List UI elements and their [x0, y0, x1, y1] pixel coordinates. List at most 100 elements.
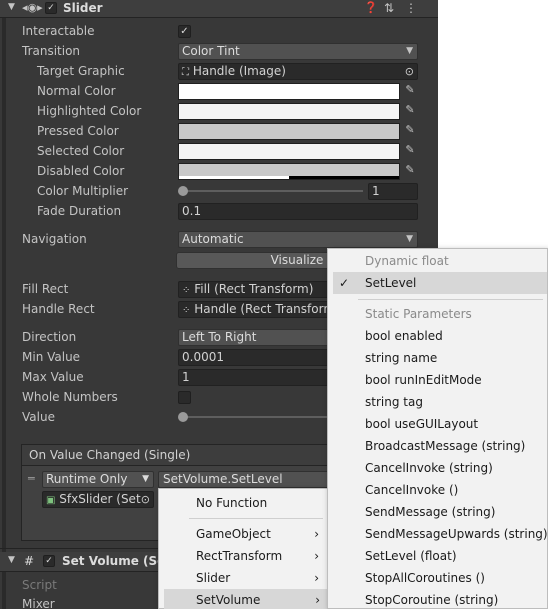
navigation-value: Automatic [182, 232, 244, 246]
submenu-header-dynamic: Dynamic float [365, 254, 449, 268]
image-icon: ⛶ [182, 67, 189, 78]
menu-item-setlevel-dynamic[interactable]: ✓ SetLevel [333, 272, 547, 294]
function-context-menu: No Function GameObject › RectTransform › S… [158, 488, 328, 609]
eyedropper-icon[interactable]: ✎ [402, 163, 418, 180]
submenu-arrow-icon: › [315, 593, 320, 607]
component-enabled-checkbox[interactable]: ✓ [43, 555, 55, 567]
foldout-arrow-icon[interactable]: ▼ [8, 555, 15, 565]
menu-item-static[interactable]: CancelInvoke () [328, 479, 547, 501]
fade-duration-field[interactable]: 0.1 [178, 203, 418, 220]
menu-item-static[interactable]: SendMessageUpwards (string) [328, 523, 548, 545]
highlighted-color-swatch[interactable] [178, 103, 400, 120]
transition-value: Color Tint [182, 44, 240, 58]
target-graphic-value: Handle (Image) [192, 64, 286, 78]
menu-item-static[interactable]: bool runInEditMode [328, 369, 547, 391]
menu-item-label: Slider [196, 571, 231, 585]
eyedropper-icon[interactable]: ✎ [402, 123, 418, 140]
help-icon[interactable]: ❓ [364, 1, 378, 14]
csharp-script-icon: # [24, 554, 35, 568]
target-graphic-field[interactable]: ⛶ Handle (Image) ⊙ [178, 63, 418, 80]
color-multiplier-label: Color Multiplier [37, 184, 129, 198]
menu-item-static[interactable]: SetLevel (float) [328, 545, 547, 567]
menu-item-static[interactable]: bool useGUILayout [328, 413, 547, 435]
rect-transform-icon: ⁘ [182, 285, 191, 296]
slider-component-header[interactable]: ▼ ◂◉▸ ✓ Slider ❓ ⇅ ⋮ [0, 0, 438, 18]
more-options-icon[interactable]: ⋮ [405, 1, 417, 15]
dropdown-arrow-icon: ▼ [142, 474, 149, 484]
menu-item-slider[interactable]: Slider › [159, 567, 327, 589]
menu-item-label: RectTransform [196, 549, 283, 563]
normal-color-swatch[interactable] [178, 83, 400, 100]
selected-color-label: Selected Color [37, 144, 125, 158]
menu-item-no-function[interactable]: No Function [159, 492, 327, 514]
value-slider-knob[interactable] [178, 412, 188, 422]
dropdown-arrow-icon: ▼ [406, 46, 413, 56]
menu-item-setvolume[interactable]: SetVolume › [164, 589, 328, 609]
menu-item-static[interactable]: SendMessage (string) [328, 501, 547, 523]
menu-item-label: GameObject [196, 527, 271, 541]
rect-transform-icon: ⁘ [182, 305, 191, 316]
menu-item-label: SetLevel [365, 276, 417, 290]
direction-label: Direction [22, 330, 77, 344]
drag-handle-icon[interactable]: ═ [28, 472, 35, 485]
submenu-header-static: Static Parameters [365, 307, 472, 321]
pressed-color-label: Pressed Color [37, 124, 119, 138]
interactable-checkbox[interactable]: ✓ [178, 25, 191, 38]
value-slider-track[interactable] [183, 416, 333, 418]
menu-item-static[interactable]: CancelInvoke (string) [328, 457, 547, 479]
foldout-arrow-icon[interactable]: ▼ [8, 2, 15, 12]
direction-value: Left To Right [182, 330, 257, 344]
dropdown-arrow-icon: ▼ [406, 234, 413, 244]
menu-item-static[interactable]: string tag [328, 391, 547, 413]
fill-rect-value: Fill (Rect Transform) [194, 282, 314, 296]
runtime-dropdown[interactable]: Runtime Only ▼ [42, 471, 154, 488]
menu-separator [358, 299, 543, 300]
inspector-left-bar [2, 0, 6, 609]
color-multiplier-field[interactable]: 1 [368, 183, 418, 200]
menu-item-label: SetVolume [196, 593, 261, 607]
highlighted-color-label: Highlighted Color [37, 104, 142, 118]
disabled-color-swatch[interactable] [178, 163, 400, 180]
eyedropper-icon[interactable]: ✎ [402, 83, 418, 100]
menu-item-static[interactable]: StopAllCoroutines () [328, 567, 547, 589]
object-picker-icon[interactable]: ⊙ [405, 64, 414, 79]
disabled-color-label: Disabled Color [37, 164, 125, 178]
component-title: Slider [63, 1, 103, 15]
interactable-label: Interactable [22, 24, 95, 38]
navigation-dropdown[interactable]: Automatic ▼ [178, 231, 418, 248]
whole-numbers-label: Whole Numbers [22, 390, 118, 404]
eyedropper-icon[interactable]: ✎ [402, 143, 418, 160]
selected-color-swatch[interactable] [178, 143, 400, 160]
handle-rect-label: Handle Rect [22, 302, 95, 316]
color-multiplier-track[interactable] [183, 190, 363, 192]
handle-rect-value: Handle (Rect Transform) [194, 302, 340, 316]
alpha-bar-white [179, 176, 289, 179]
target-graphic-label: Target Graphic [37, 64, 125, 78]
runtime-value: Runtime Only [46, 472, 128, 486]
menu-item-gameobject[interactable]: GameObject › [159, 523, 327, 545]
submenu-arrow-icon: › [314, 549, 319, 563]
whole-numbers-checkbox[interactable] [178, 391, 191, 404]
checkmark-icon: ✓ [339, 276, 350, 290]
normal-color-label: Normal Color [37, 84, 116, 98]
transition-dropdown[interactable]: Color Tint ▼ [178, 43, 418, 60]
submenu-arrow-icon: › [314, 571, 319, 585]
menu-item-static[interactable]: string name [328, 347, 547, 369]
script-label: Script [22, 578, 57, 592]
target-object-value: SfxSlider (Set [59, 492, 141, 506]
preset-icon[interactable]: ⇅ [384, 1, 394, 15]
target-object-field[interactable]: ▣ SfxSlider (Set ⊙ [42, 491, 154, 508]
eyedropper-icon[interactable]: ✎ [402, 103, 418, 120]
menu-item-static[interactable]: BroadcastMessage (string) [328, 435, 547, 457]
menu-item-static[interactable]: bool enabled [328, 325, 547, 347]
menu-item-recttransform[interactable]: RectTransform › [159, 545, 327, 567]
menu-item-static[interactable]: StopCoroutine (string) [328, 589, 547, 609]
object-picker-icon[interactable]: ⊙ [140, 492, 150, 507]
min-value-label: Min Value [22, 350, 81, 364]
event-title: On Value Changed (Single) [29, 448, 191, 462]
color-multiplier-knob[interactable] [178, 186, 188, 196]
pressed-color-swatch[interactable] [178, 123, 400, 140]
component-enabled-checkbox[interactable]: ✓ [45, 2, 57, 14]
submenu-arrow-icon: › [314, 527, 319, 541]
component-title: Set Volume (Scr [62, 554, 171, 568]
